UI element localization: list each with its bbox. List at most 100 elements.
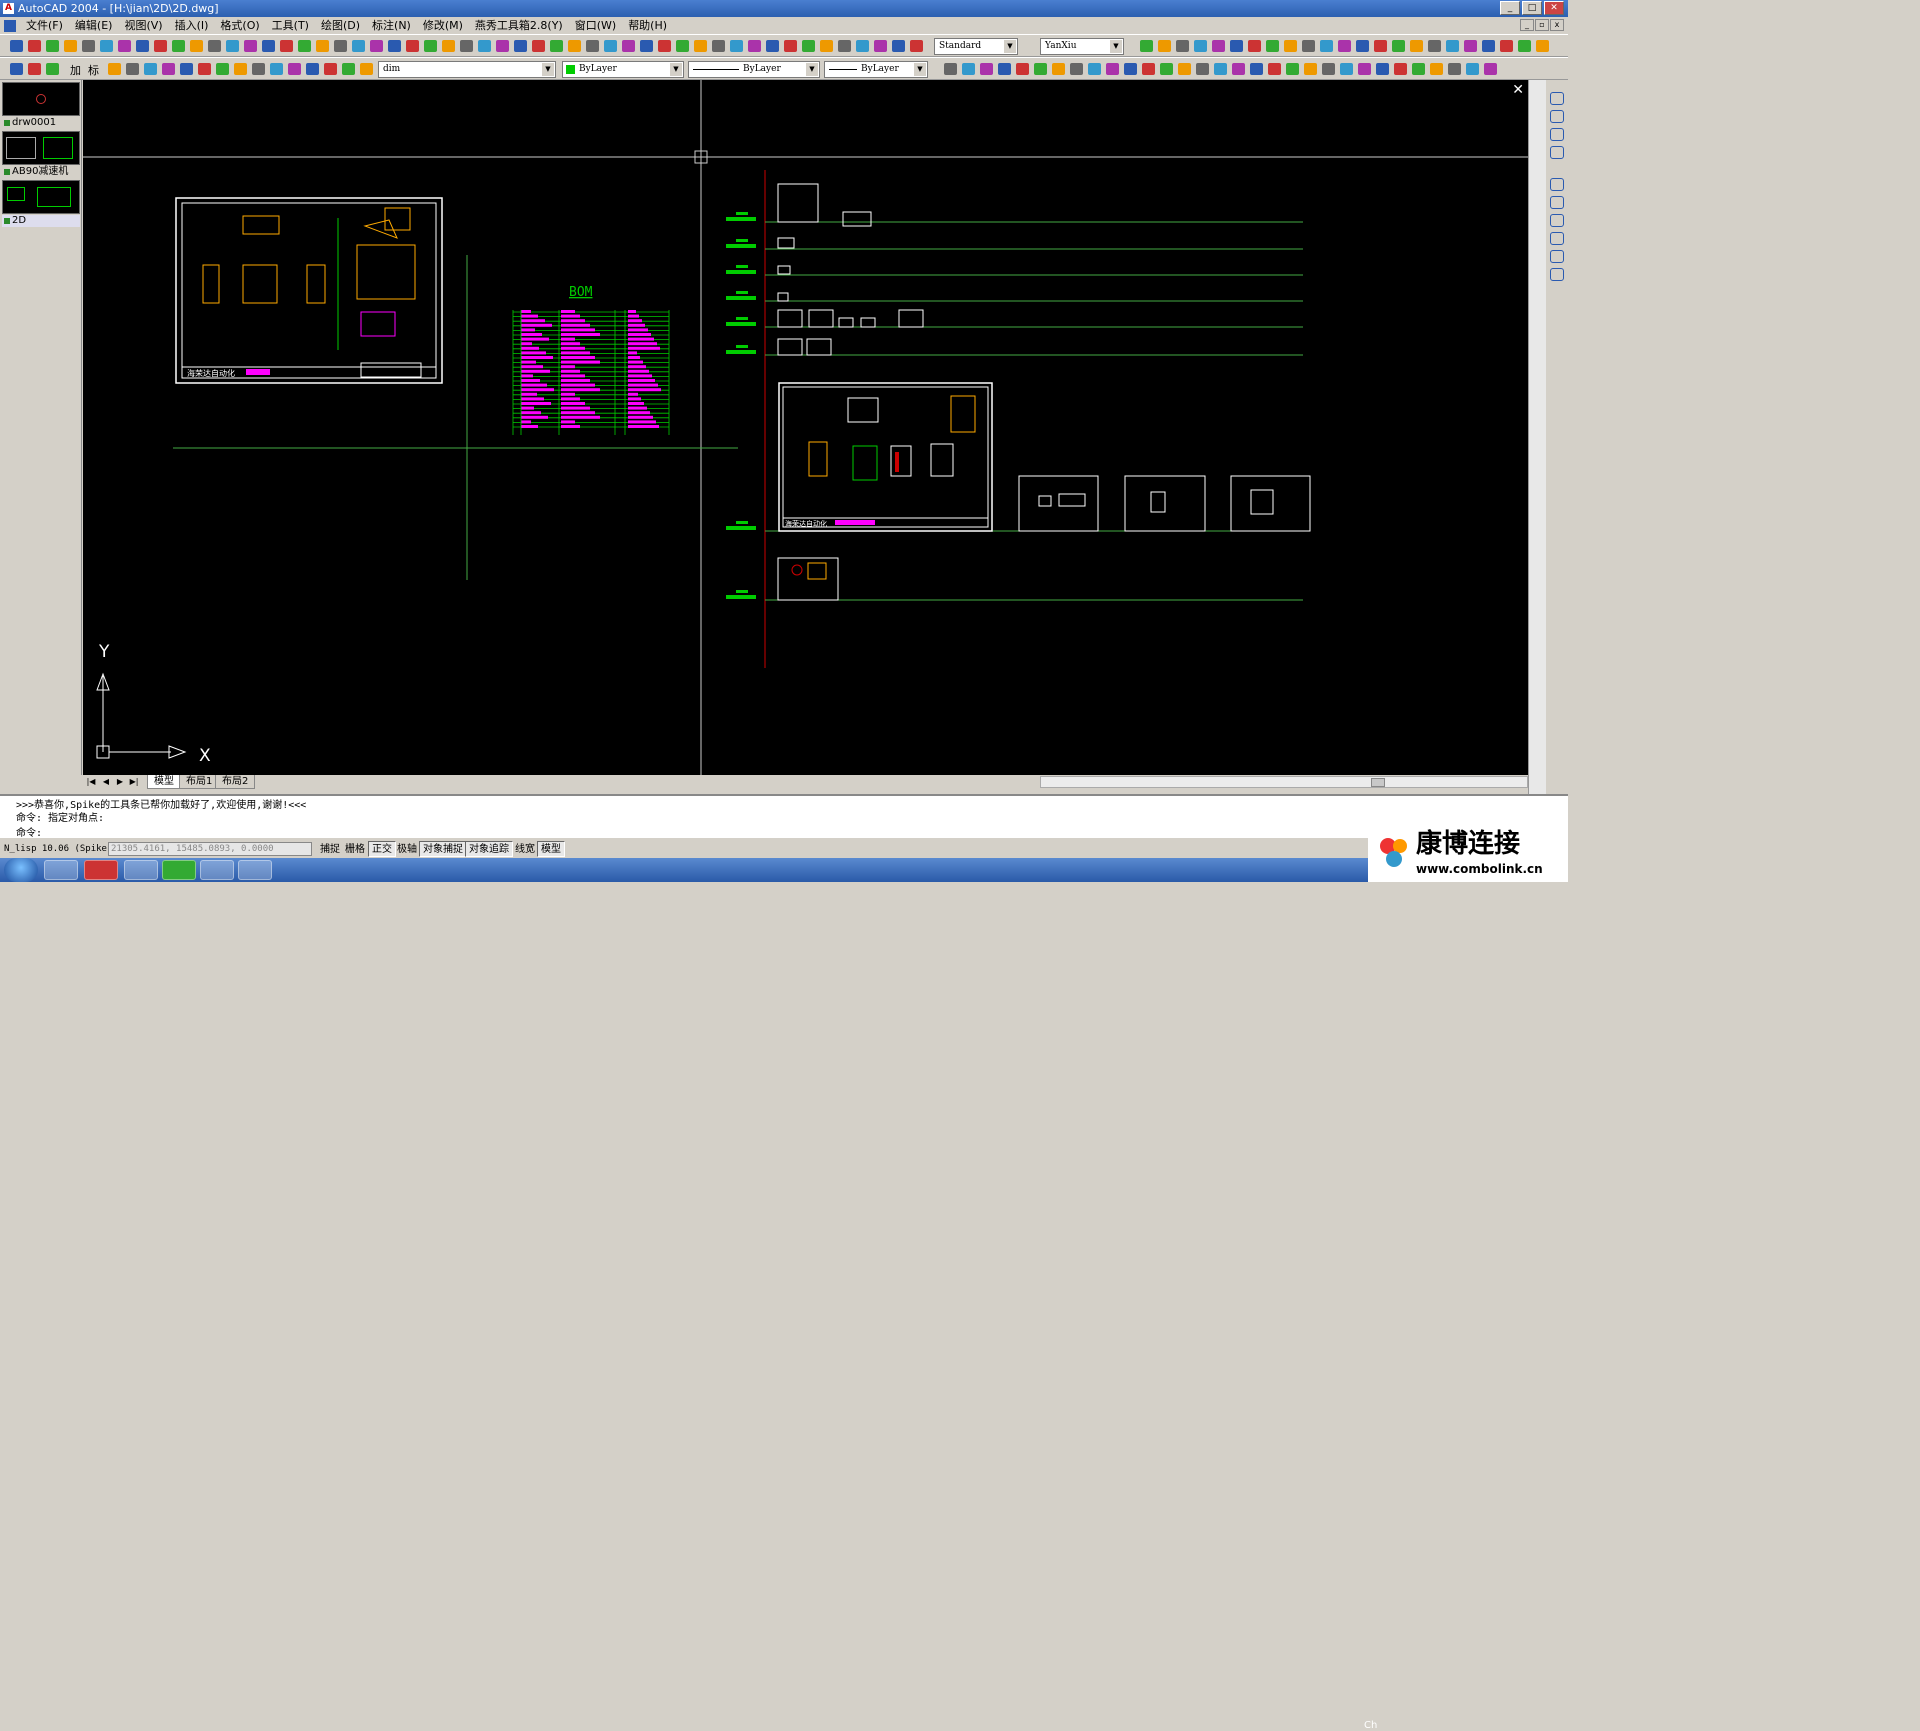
toolbar-tool-icon[interactable] [1034,63,1047,75]
toolbar-tool-icon[interactable] [216,63,229,75]
document-icon[interactable] [4,19,16,32]
toolbar-tool-icon[interactable] [1410,40,1423,52]
osnap-toggle[interactable]: 对象捕捉 [419,841,467,857]
toolbar-tool-icon[interactable] [46,40,59,52]
toolbar-tool-icon[interactable] [270,63,283,75]
toolbar-tool-icon[interactable] [28,40,41,52]
bom-table[interactable]: BOM [512,285,670,435]
layer-select[interactable]: dim ▼ [378,61,556,78]
toolbar-tool-icon[interactable] [10,63,23,75]
toolbar-tool-icon[interactable] [910,40,923,52]
toolbar-tool-icon[interactable] [442,40,455,52]
toolbar-tool-icon[interactable] [334,40,347,52]
scroll-thumb[interactable] [1371,778,1385,787]
modify-tool-icon[interactable] [1550,250,1564,263]
tab-model[interactable]: 模型 [147,775,181,789]
toolbar-tool-icon[interactable] [532,40,545,52]
toolbar-tool-icon[interactable] [784,40,797,52]
ortho-toggle[interactable]: 正交 [368,841,396,857]
toolbar-tool-icon[interactable] [694,40,707,52]
modify-tool-icon[interactable] [1550,178,1564,191]
toolbar-tool-icon[interactable] [316,40,329,52]
toolbar-tool-icon[interactable] [676,40,689,52]
menu-draw[interactable]: 绘图(D) [315,18,366,34]
modify-tool-icon[interactable] [1550,268,1564,281]
toolbar-tool-icon[interactable] [370,40,383,52]
toolbar-tool-icon[interactable] [1374,40,1387,52]
lineweight-select[interactable]: ByLayer ▼ [824,61,928,78]
toolbar-tool-icon[interactable] [1392,40,1405,52]
toolbar-tool-icon[interactable] [1070,63,1083,75]
toolbar-tool-icon[interactable] [1304,63,1317,75]
otrack-toggle[interactable]: 对象追踪 [465,841,513,857]
menu-format[interactable]: 格式(O) [214,18,265,34]
toolbar-tool-icon[interactable] [748,40,761,52]
modify-tool-icon[interactable] [1550,128,1564,141]
toolbar-tool-icon[interactable] [980,63,993,75]
autocad-taskbar-icon[interactable] [124,860,158,880]
mark-tool-label[interactable]: 标 [88,62,99,78]
toolbar-tool-icon[interactable] [388,40,401,52]
toolbar-tool-icon[interactable] [280,40,293,52]
doc-restore-button[interactable]: ▫ [1535,19,1549,31]
pdf-taskbar-icon[interactable] [84,860,118,880]
menu-file[interactable]: 文件(F) [20,18,69,34]
model-toggle[interactable]: 模型 [537,841,565,857]
toolbar-tool-icon[interactable] [1518,40,1531,52]
drawing-thumbnail-drw0001[interactable] [2,82,80,116]
toolbar-tool-icon[interactable] [1106,63,1119,75]
toolbar-tool-icon[interactable] [1230,40,1243,52]
sidebar-item-ab90[interactable]: AB90减速机 [2,166,80,178]
toolbar-tool-icon[interactable] [234,63,247,75]
toolbar-tool-icon[interactable] [1212,40,1225,52]
grid-toggle[interactable]: 栅格 [341,841,369,857]
toolbar-tool-icon[interactable] [1430,63,1443,75]
toolbar-tool-icon[interactable] [478,40,491,52]
menu-help[interactable]: 帮助(H) [622,18,673,34]
autocad-app-icon[interactable]: A [3,3,14,14]
toolbar-tool-icon[interactable] [126,63,139,75]
snap-toggle[interactable]: 捕捉 [316,841,344,857]
menu-tools[interactable]: 工具(T) [266,18,315,34]
toolbar-tool-icon[interactable] [424,40,437,52]
toolbar-tool-icon[interactable] [1248,40,1261,52]
toolbar-tool-icon[interactable] [252,63,265,75]
toolbar-tool-icon[interactable] [604,40,617,52]
sidebar-item-drw0001[interactable]: drw0001 [2,117,80,129]
coordinate-readout[interactable]: 21305.4161, 15485.0893, 0.0000 [108,842,312,856]
toolbar-tool-icon[interactable] [1536,40,1549,52]
toolbar-tool-icon[interactable] [154,40,167,52]
toolbar-tool-icon[interactable] [514,40,527,52]
menu-edit[interactable]: 编辑(E) [69,18,119,34]
toolbar-tool-icon[interactable] [360,63,373,75]
explorer-taskbar-icon[interactable] [44,860,78,880]
toolbar-tool-icon[interactable] [892,40,905,52]
toolbar-tool-icon[interactable] [1142,63,1155,75]
toolbar-tool-icon[interactable] [1268,63,1281,75]
toolbar-tool-icon[interactable] [1340,63,1353,75]
toolbar-tool-icon[interactable] [136,40,149,52]
toolbar-tool-icon[interactable] [162,63,175,75]
toolbar-tool-icon[interactable] [730,40,743,52]
toolbar-tool-icon[interactable] [208,40,221,52]
toolbar-tool-icon[interactable] [766,40,779,52]
drawing-thumbnail-2d[interactable] [2,180,80,214]
horizontal-scrollbar[interactable] [1040,776,1528,788]
toolbar-tool-icon[interactable] [1448,63,1461,75]
toolbar-tool-icon[interactable] [1158,40,1171,52]
toolbar-tool-icon[interactable] [108,63,121,75]
modify-tool-icon[interactable] [1550,110,1564,123]
next-tab-button[interactable]: ▶ [114,776,126,788]
toolbar-tool-icon[interactable] [190,40,203,52]
toolbar-tool-icon[interactable] [172,40,185,52]
toolbar-tool-icon[interactable] [180,63,193,75]
toolbar-tool-icon[interactable] [1266,40,1279,52]
start-button[interactable] [4,858,38,882]
toolbar-tool-icon[interactable] [658,40,671,52]
toolbar-tool-icon[interactable] [1358,63,1371,75]
toolbar-tool-icon[interactable] [1140,40,1153,52]
toolbar-tool-icon[interactable] [820,40,833,52]
toolbar-tool-icon[interactable] [1214,63,1227,75]
toolbar-tool-icon[interactable] [1484,63,1497,75]
toolbar-tool-icon[interactable] [342,63,355,75]
